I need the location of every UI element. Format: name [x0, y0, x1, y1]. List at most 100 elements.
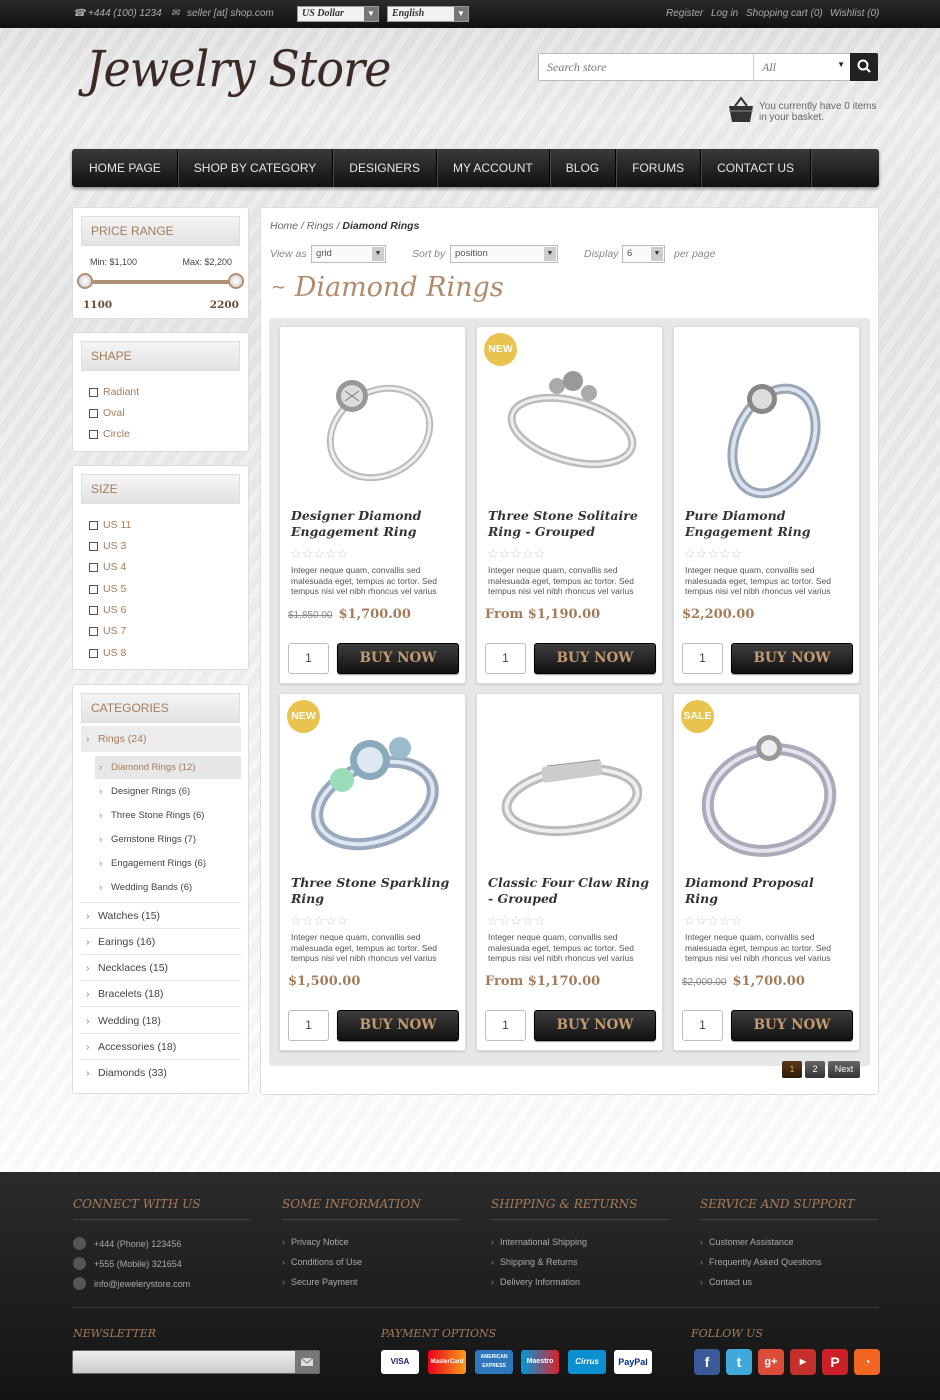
category-necklaces[interactable]: Necklaces (15) [81, 955, 241, 981]
nav-designers[interactable]: DESIGNERS [333, 149, 437, 187]
subcategory-diamond-rings[interactable]: Diamond Rings (12) [95, 756, 241, 779]
quantity-input[interactable]: 1 [682, 1010, 723, 1041]
category-earings[interactable]: Earings (16) [81, 929, 241, 955]
category-bracelets[interactable]: Bracelets (18) [81, 981, 241, 1007]
per-page-select[interactable]: 6 ▼ [622, 245, 665, 263]
footer-link[interactable]: Customer Assistance [700, 1237, 794, 1247]
product-card: Classic Four Claw Ring - Grouped ☆☆☆☆☆ I… [476, 693, 663, 1051]
facebook-icon[interactable]: f [694, 1349, 720, 1375]
google-plus-icon[interactable]: g+ [758, 1349, 784, 1375]
size-option[interactable]: US 6 [89, 604, 126, 616]
footer-link[interactable]: Delivery Information [491, 1277, 580, 1287]
product-image[interactable] [497, 341, 642, 501]
quantity-input[interactable]: 1 [485, 1010, 526, 1041]
size-option[interactable]: US 5 [89, 583, 126, 595]
rss-icon[interactable]: ◔ [854, 1349, 880, 1375]
size-option[interactable]: US 8 [89, 647, 126, 659]
search-button[interactable] [850, 53, 878, 81]
product-image[interactable] [694, 708, 839, 868]
newsletter-submit-button[interactable] [295, 1351, 319, 1373]
size-option[interactable]: US 7 [89, 625, 126, 637]
category-watches[interactable]: Watches (15) [81, 903, 241, 929]
price-max-handle[interactable] [228, 273, 244, 289]
product-name[interactable]: Diamond Proposal Ring [685, 875, 850, 907]
footer-email[interactable]: info@jewelerystore.com [73, 1277, 190, 1290]
footer-link[interactable]: International Shipping [491, 1237, 587, 1247]
amex-icon: AMERICAN EXPRESS [475, 1350, 513, 1374]
login-link[interactable]: Log in [711, 8, 738, 19]
language-select[interactable]: English ▼ [387, 6, 469, 22]
subcategory-engagement-rings[interactable]: Engagement Rings (6) [95, 852, 241, 875]
view-mode-select[interactable]: grid ▼ [311, 245, 386, 263]
page-2-button[interactable]: 2 [805, 1061, 825, 1078]
footer-link[interactable]: Frequently Asked Questions [700, 1257, 822, 1267]
nav-shop-by-category[interactable]: SHOP BY CATEGORY [178, 149, 334, 187]
nav-contact-us[interactable]: CONTACT US [701, 149, 812, 187]
price-slider[interactable] [77, 273, 244, 289]
footer-link[interactable]: Contact us [700, 1277, 752, 1287]
next-page-button[interactable]: Next [828, 1061, 860, 1078]
youtube-icon[interactable]: ▶ [790, 1349, 816, 1375]
subcategory-wedding-bands[interactable]: Wedding Bands (6) [95, 876, 241, 899]
category-rings[interactable]: Rings (24) [81, 726, 241, 752]
breadcrumb-rings[interactable]: Rings [307, 220, 334, 232]
logo[interactable]: Jewelry Store [86, 40, 391, 98]
nav-forums[interactable]: FORUMS [616, 149, 702, 187]
quantity-input[interactable]: 1 [288, 1010, 329, 1041]
shape-option-radiant[interactable]: Radiant [89, 386, 139, 398]
quantity-input[interactable]: 1 [682, 643, 723, 674]
nav-my-account[interactable]: MY ACCOUNT [437, 149, 550, 187]
footer-link[interactable]: Conditions of Use [282, 1257, 362, 1267]
footer-link[interactable]: Shipping & Returns [491, 1257, 578, 1267]
buy-now-button[interactable]: BUY NOW [534, 1010, 656, 1041]
product-image[interactable] [300, 708, 445, 868]
product-name[interactable]: Three Stone Solitaire Ring - Grouped [488, 508, 653, 540]
quantity-input[interactable]: 1 [288, 643, 329, 674]
quantity-input[interactable]: 1 [485, 643, 526, 674]
subcategory-gemstone-rings[interactable]: Gemstone Rings (7) [95, 828, 241, 851]
buy-now-button[interactable]: BUY NOW [731, 643, 853, 674]
register-link[interactable]: Register [666, 8, 703, 19]
subcategory-designer-rings[interactable]: Designer Rings (6) [95, 780, 241, 803]
category-accessories[interactable]: Accessories (18) [81, 1034, 241, 1060]
subcategory-three-stone-rings[interactable]: Three Stone Rings (6) [95, 804, 241, 827]
buy-now-button[interactable]: BUY NOW [731, 1010, 853, 1041]
product-name[interactable]: Three Stone Sparkling Ring [291, 875, 456, 907]
size-option[interactable]: US 4 [89, 561, 126, 573]
product-name[interactable]: Pure Diamond Engagement Ring [685, 508, 850, 540]
category-wedding[interactable]: Wedding (18) [81, 1008, 241, 1034]
product-image[interactable] [694, 341, 839, 501]
search-input[interactable]: Search store [547, 60, 606, 75]
buy-now-button[interactable]: BUY NOW [534, 643, 656, 674]
currency-select[interactable]: US Dollar ▼ [297, 6, 379, 22]
basket-icon[interactable] [726, 96, 756, 124]
price-min-handle[interactable] [77, 273, 93, 289]
footer-link[interactable]: Privacy Notice [282, 1237, 349, 1247]
buy-now-button[interactable]: BUY NOW [337, 1010, 459, 1041]
footer-link[interactable]: Secure Payment [282, 1277, 358, 1287]
page-1-button[interactable]: 1 [782, 1061, 802, 1078]
search-category-select[interactable]: All ▼ [753, 54, 851, 80]
breadcrumb-home[interactable]: Home [270, 220, 298, 232]
nav-blog[interactable]: BLOG [550, 149, 617, 187]
wishlist-link[interactable]: Wishlist (0) [830, 8, 879, 19]
shape-option-circle[interactable]: Circle [89, 428, 130, 440]
newsletter-input[interactable] [72, 1350, 320, 1374]
size-option[interactable]: US 3 [89, 540, 126, 552]
twitter-icon[interactable]: t [726, 1349, 752, 1375]
pinterest-icon[interactable]: P [822, 1349, 848, 1375]
cart-link[interactable]: Shopping cart (0) [746, 8, 823, 19]
nav-home[interactable]: HOME PAGE [72, 149, 178, 187]
buy-now-button[interactable]: BUY NOW [337, 643, 459, 674]
product-name[interactable]: Designer Diamond Engagement Ring [291, 508, 456, 540]
category-diamonds[interactable]: Diamonds (33) [81, 1060, 241, 1086]
topbar-email[interactable]: seller [at] shop.com [187, 8, 274, 19]
search-icon [857, 59, 871, 73]
size-option[interactable]: US 11 [89, 519, 131, 531]
sort-select[interactable]: position ▼ [450, 245, 558, 263]
product-image[interactable] [497, 708, 642, 868]
shape-option-oval[interactable]: Oval [89, 407, 125, 419]
product-name[interactable]: Classic Four Claw Ring - Grouped [488, 875, 653, 907]
price-range-title: PRICE RANGE [81, 216, 240, 246]
product-image[interactable] [300, 341, 445, 501]
